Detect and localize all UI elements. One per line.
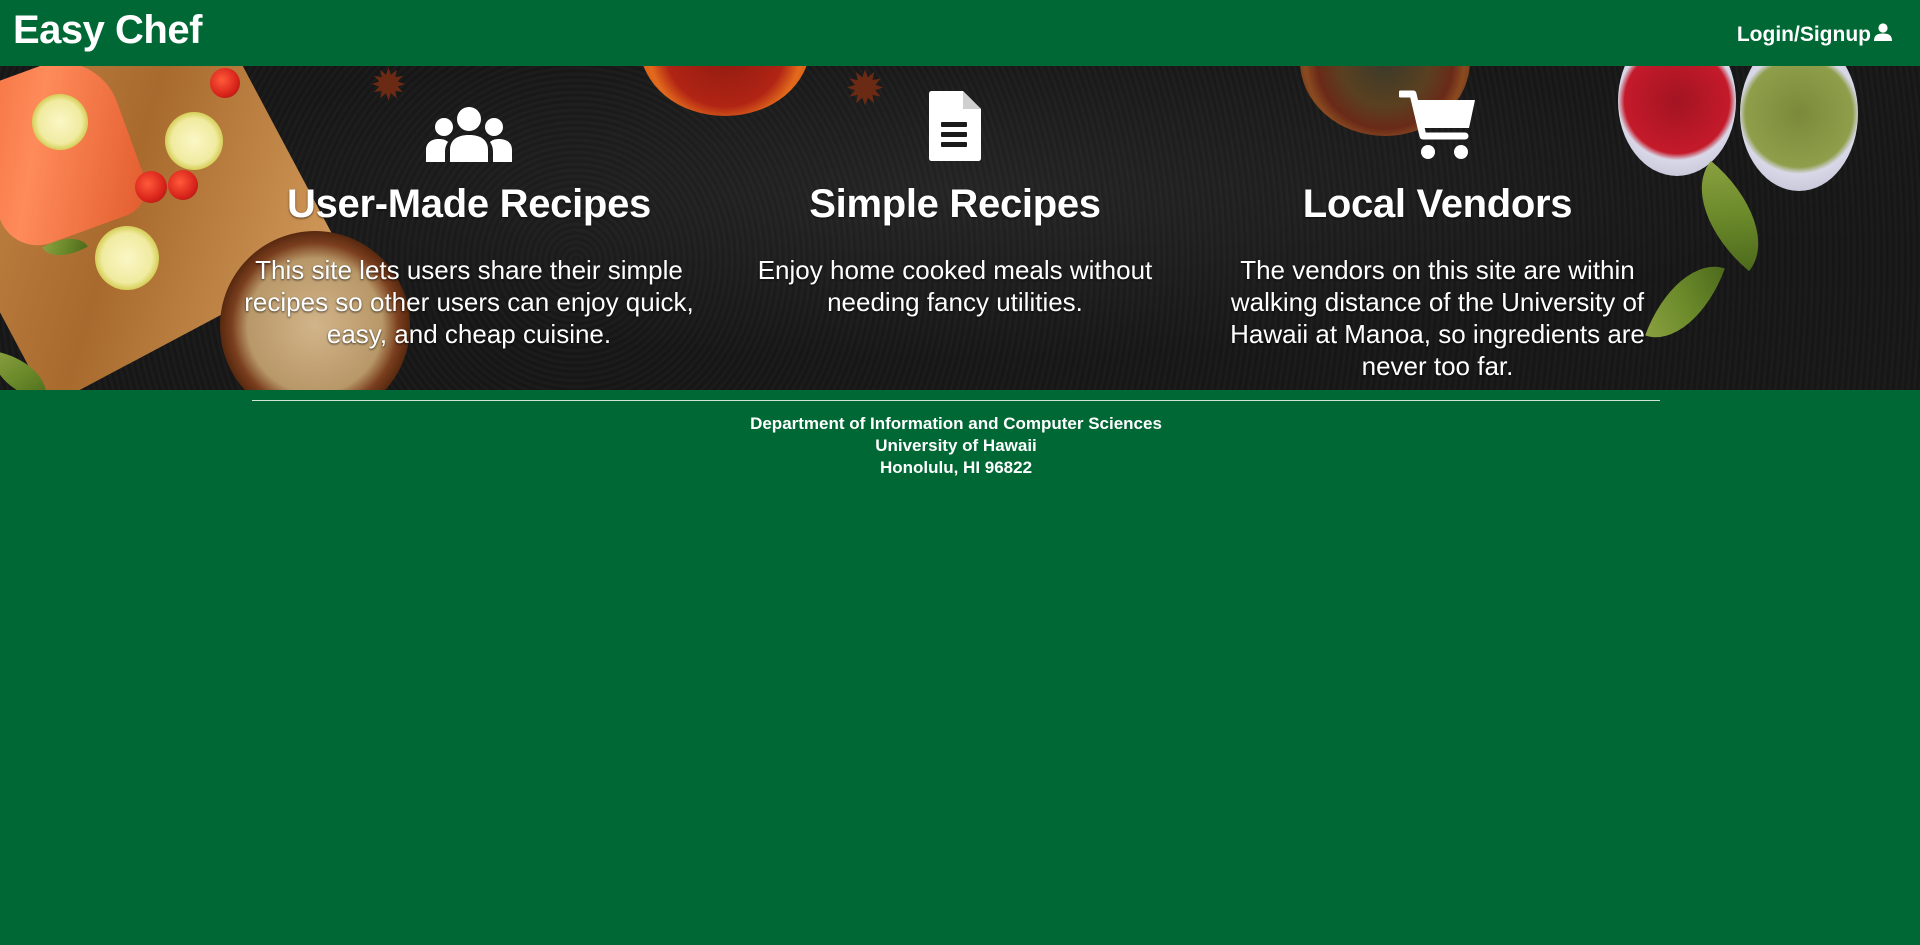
brand-logo-link[interactable]: Easy Chef bbox=[13, 8, 202, 53]
feature-description: The vendors on this site are within walk… bbox=[1230, 255, 1645, 381]
footer-university: University of Hawaii bbox=[875, 436, 1037, 455]
footer-address: Honolulu, HI 96822 bbox=[879, 458, 1033, 477]
feature-description: This site lets users share their simple … bbox=[244, 255, 694, 349]
feature-simple-recipes: Simple Recipes Enjoy home cooked meals w… bbox=[745, 66, 1165, 318]
shopping-cart-icon bbox=[1225, 66, 1650, 162]
users-icon bbox=[215, 66, 723, 162]
features-section: User-Made Recipes This site lets users s… bbox=[0, 66, 1920, 390]
feature-title: Simple Recipes bbox=[809, 182, 1101, 226]
document-icon bbox=[745, 66, 1165, 162]
top-navbar: Easy Chef Login/Signup bbox=[0, 0, 1920, 66]
user-icon bbox=[1871, 22, 1893, 48]
feature-description: Enjoy home cooked meals without needing … bbox=[757, 255, 1153, 317]
login-signup-link[interactable]: Login/Signup bbox=[1737, 22, 1893, 48]
site-footer: Department of Information and Computer S… bbox=[252, 400, 1660, 479]
login-signup-label: Login/Signup bbox=[1736, 23, 1871, 46]
feature-user-made-recipes: User-Made Recipes This site lets users s… bbox=[215, 66, 723, 350]
feature-local-vendors: Local Vendors The vendors on this site a… bbox=[1225, 66, 1650, 382]
feature-title: User-Made Recipes bbox=[287, 182, 651, 226]
feature-title: Local Vendors bbox=[1302, 182, 1573, 226]
footer-department: Department of Information and Computer S… bbox=[750, 414, 1162, 433]
